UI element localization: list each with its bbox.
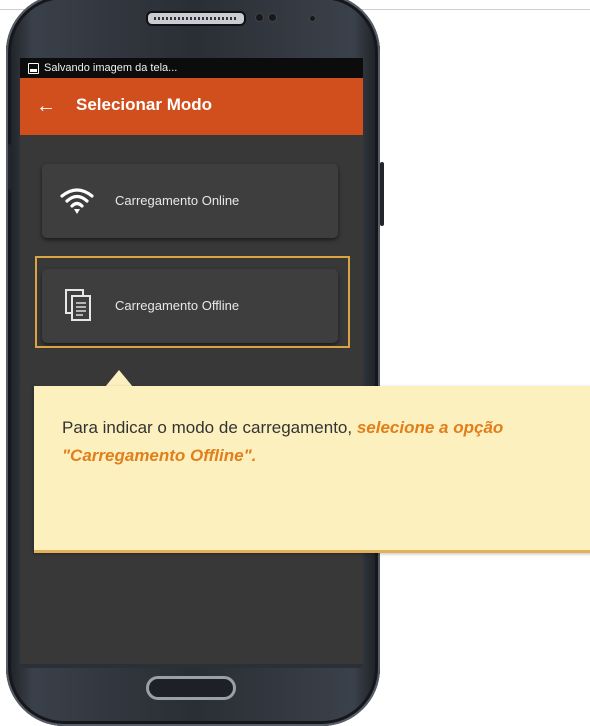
status-bar: Salvando imagem da tela...: [20, 58, 363, 78]
app-bar: ← Selecionar Modo: [20, 78, 363, 135]
speaker-grille: [146, 11, 246, 26]
tooltip-plain-text: Para indicar o modo de carregamento,: [62, 418, 357, 437]
option-online-label: Carregamento Online: [115, 193, 240, 208]
option-online-card[interactable]: Carregamento Online: [42, 164, 338, 238]
proximity-sensor: [268, 13, 277, 22]
light-sensor: [309, 15, 316, 22]
front-camera: [255, 13, 264, 22]
bottom-bezel-line: [20, 664, 363, 668]
instruction-tooltip: Para indicar o modo de carregamento, sel…: [34, 386, 590, 553]
tooltip-text: Para indicar o modo de carregamento, sel…: [62, 414, 567, 470]
power-button: [380, 162, 384, 226]
home-button[interactable]: [146, 676, 236, 700]
tooltip-arrow: [105, 370, 133, 387]
offline-highlight-box: [35, 256, 350, 348]
status-text: Salvando imagem da tela...: [44, 62, 178, 74]
wifi-icon: [60, 188, 94, 214]
phone-screen: Salvando imagem da tela... ← Selecionar …: [20, 58, 363, 664]
volume-button: [8, 144, 12, 190]
page-title: Selecionar Modo: [76, 95, 213, 114]
screenshot-icon: [28, 63, 39, 74]
arrow-left-icon[interactable]: ←: [36, 94, 56, 118]
